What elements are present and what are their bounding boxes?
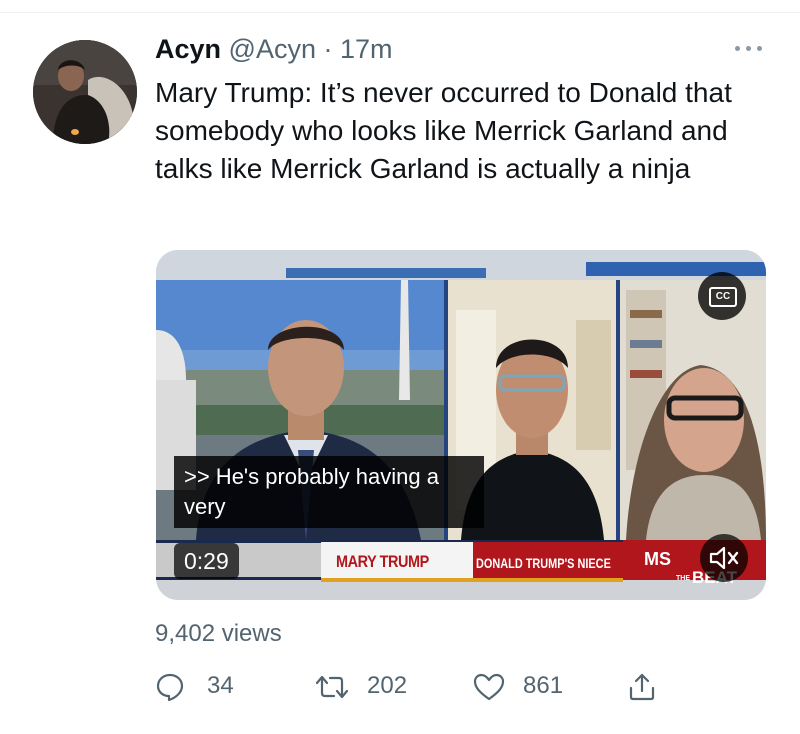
top-divider [0,12,800,13]
network-logo: MS [644,549,671,570]
heart-icon [473,673,505,701]
reply-count: 34 [207,672,234,699]
lower-third-description: DONALD TRUMP'S NIECE [476,555,611,571]
author-name[interactable]: Acyn [155,34,221,64]
tweet-timestamp[interactable]: 17m [340,34,393,64]
closed-captions-button[interactable]: CC [698,272,746,320]
video-frame [156,250,766,600]
video-caption: >> He's probably having a very [174,456,484,528]
view-count: 9,402 views [155,620,282,647]
avatar-image [33,40,137,144]
video-player[interactable]: CC >> He's probably having a very MARY T… [156,250,766,600]
header-separator: · [323,34,333,64]
tweet-actions: 34 202 861 [155,664,695,708]
speech-bubble-icon [156,673,184,702]
tweet-text: Mary Trump: It’s never occurred to Donal… [155,77,732,184]
retweet-button[interactable]: 202 [315,664,415,708]
show-logo-prefix: THE [676,575,690,583]
like-button[interactable]: 861 [473,664,573,708]
mute-button[interactable] [700,534,748,582]
share-upload-icon [629,673,655,701]
more-horizontal-icon[interactable] [733,40,765,56]
video-duration: 0:29 [174,543,239,579]
author-handle[interactable]: @Acyn [229,34,316,64]
speaker-muted-icon [709,546,739,570]
tweet-header: Acyn @Acyn · 17m [155,30,393,68]
avatar[interactable] [33,40,137,144]
reply-button[interactable]: 34 [155,664,245,708]
network-logo-text: MS [644,549,671,569]
retweet-arrows-icon [315,675,349,699]
closed-captions-icon: CC [709,287,737,307]
like-count: 861 [523,672,564,699]
lower-third-name: MARY TRUMP [336,552,429,571]
retweet-count: 202 [367,672,408,699]
share-button[interactable] [627,664,667,708]
